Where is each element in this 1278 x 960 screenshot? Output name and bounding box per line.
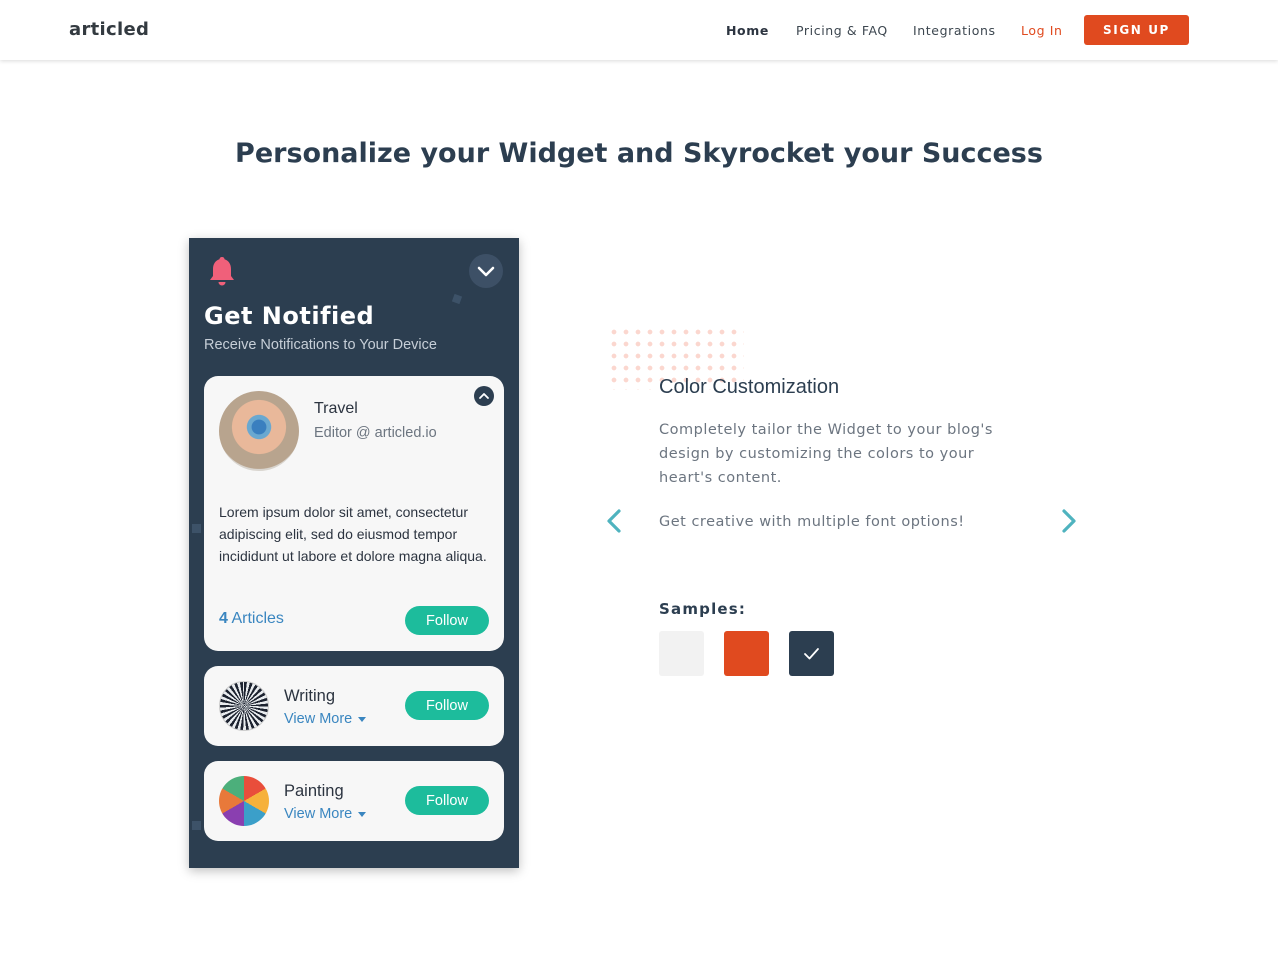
follow-button[interactable]: Follow [405,606,489,635]
notification-widget: Get Notified Receive Notifications to Yo… [189,238,519,868]
avatar [219,391,299,471]
topic-card-writing: Writing View More Follow [204,666,504,746]
page-title: Personalize your Widget and Skyrocket yo… [235,138,1043,169]
samples-label: Samples: [659,600,747,618]
brand-logo[interactable]: articled [69,19,149,40]
signup-button[interactable]: SIGN UP [1084,15,1189,45]
color-swatch-light[interactable] [659,631,704,676]
decor-square [192,821,201,830]
profile-card: Travel Editor @ articled.io Lorem ipsum … [204,376,504,651]
color-swatch-orange[interactable] [724,631,769,676]
decor-square [451,293,463,305]
articles-label: Articles [231,610,284,627]
card-role: Editor @ articled.io [314,425,437,441]
check-icon [804,648,819,660]
chevron-right-icon[interactable] [1058,506,1080,536]
nav-integrations[interactable]: Integrations [913,23,996,38]
avatar [219,776,269,826]
color-swatch-dark[interactable] [789,631,834,676]
bell-icon [210,257,234,286]
feature-description-secondary: Get creative with multiple font options! [659,514,965,530]
card-collapse-button[interactable] [474,386,494,406]
feature-description: Completely tailor the Widget to your blo… [659,422,993,486]
follow-button[interactable]: Follow [405,786,489,815]
chevron-down-icon [477,266,495,277]
view-more-label: View More [284,806,353,822]
topic-title: Writing [284,687,336,705]
top-navbar: articled Home Pricing & FAQ Integrations… [0,0,1278,60]
avatar [219,681,269,731]
chevron-up-icon [479,393,489,399]
view-more-label: View More [284,711,353,727]
chevron-left-icon[interactable] [603,506,625,536]
feature-title: Color Customization [659,376,840,398]
view-more-link[interactable]: View More [284,806,367,822]
collapse-widget-button[interactable] [469,254,503,288]
card-title: Travel [314,400,358,417]
articles-count[interactable]: 4 Articles [219,610,284,628]
caret-down-icon [358,811,367,817]
view-more-link[interactable]: View More [284,711,367,727]
topic-title: Painting [284,782,344,800]
articles-number: 4 [219,610,228,627]
card-description: Lorem ipsum dolor sit amet, consectetur … [219,504,487,564]
follow-button[interactable]: Follow [405,691,489,720]
topic-card-painting: Painting View More Follow [204,761,504,841]
nav-login[interactable]: Log In [1021,23,1063,38]
nav-pricing-faq[interactable]: Pricing & FAQ [796,23,888,38]
widget-subtitle: Receive Notifications to Your Device [204,337,437,353]
caret-down-icon [358,716,367,722]
nav-home[interactable]: Home [726,23,769,38]
widget-title: Get Notified [204,302,375,330]
decor-square [192,524,201,533]
